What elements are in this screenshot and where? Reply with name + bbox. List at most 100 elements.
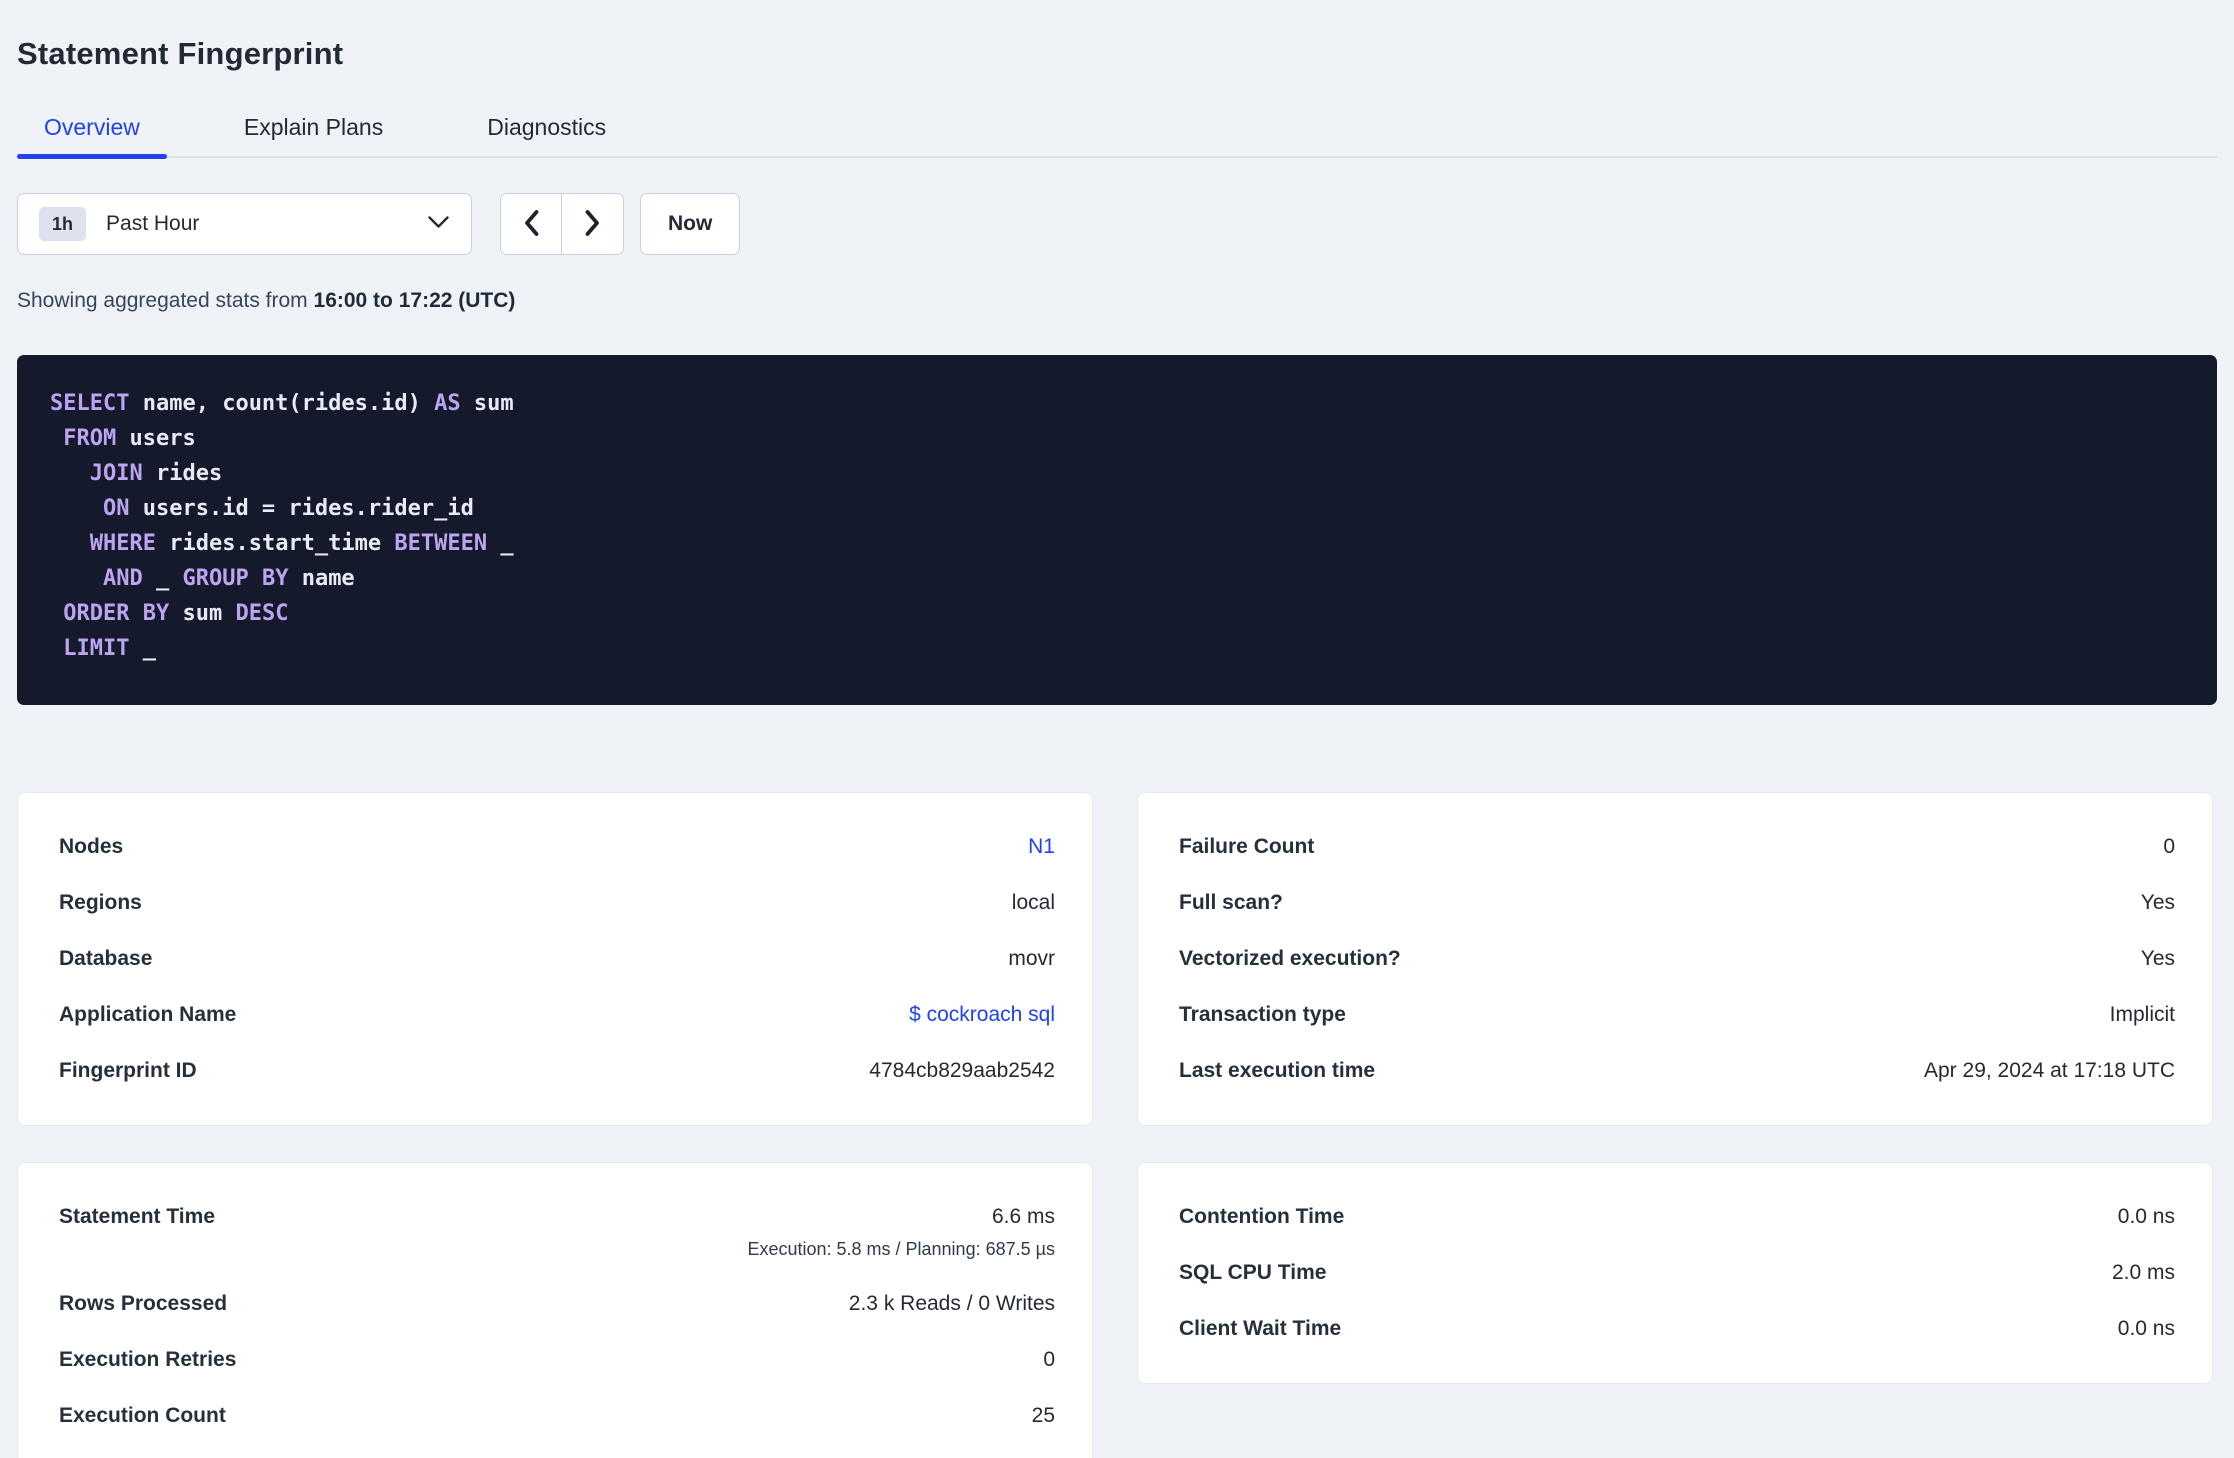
sql-text: rides.start_time (155, 531, 395, 556)
sql-keyword: AND (102, 566, 143, 591)
row-statement-time: Statement Time 6.6 ms Execution: 5.8 ms / … (59, 1189, 1055, 1276)
sql-text: _ (487, 531, 514, 556)
tab-overview[interactable]: Overview (17, 98, 167, 159)
prev-time-button[interactable] (501, 194, 562, 254)
row-value: Implicit (2109, 1003, 2175, 1026)
row-value-group: 4784cb829aab2542 (869, 1059, 1055, 1083)
chevron-down-icon (427, 215, 450, 234)
time-range-dropdown[interactable]: 1h Past Hour (17, 193, 472, 255)
sql-text: sum (460, 391, 514, 416)
sql-keyword: DESC (235, 601, 289, 626)
row-sql-cpu-time: SQL CPU Time 2.0 ms (1179, 1245, 2175, 1301)
row-value-group: Yes (2141, 891, 2175, 915)
sql-text: name, count(rides.id) (129, 391, 435, 416)
sql-line: ORDER BY sum DESC (50, 596, 2187, 631)
sql-text: name (288, 566, 355, 591)
row-value-group: $ cockroach sql (909, 1003, 1055, 1027)
stats-line-range: 16:00 to 17:22 (UTC) (313, 289, 516, 312)
row-value-group: 0 (2163, 835, 2175, 859)
row-value-group: 2.0 ms (2112, 1261, 2175, 1285)
row-client-wait-time: Client Wait Time 0.0 ns (1179, 1301, 2175, 1357)
row-label: Execution Count (59, 1404, 226, 1427)
stats-line-prefix: Showing aggregated stats from (17, 289, 314, 312)
row-failure-count: Failure Count 0 (1179, 819, 2175, 875)
row-label: Application Name (59, 1003, 237, 1026)
chevron-left-icon (523, 208, 540, 241)
sql-line: AND _ GROUP BY name (50, 561, 2187, 596)
card-statement-details: Nodes N1 Regions local Database movr Applicati… (17, 792, 1093, 1126)
row-value: local (1011, 891, 1055, 914)
row-label: Statement Time (59, 1205, 215, 1228)
sql-text: sum (169, 601, 236, 626)
row-execution-count: Execution Count 25 (59, 1388, 1055, 1444)
sql-keyword: GROUP BY (182, 566, 289, 591)
row-label: Client Wait Time (1179, 1317, 1342, 1340)
row-value-link[interactable]: N1 (1028, 835, 1055, 859)
sql-keyword: WHERE (89, 531, 156, 556)
row-value: 2.0 ms (2111, 1261, 2175, 1284)
sql-text: users (116, 426, 196, 451)
row-value-group: 2.3 k Reads / 0 Writes (849, 1292, 1055, 1316)
sql-keyword: AS (434, 391, 461, 416)
row-nodes: Nodes N1 (59, 819, 1055, 875)
row-value: 2.3 k Reads / 0 Writes (848, 1292, 1055, 1315)
row-value-group: Yes (2141, 947, 2175, 971)
row-label: Transaction type (1179, 1003, 1346, 1026)
row-execution-retries: Execution Retries 0 (59, 1332, 1055, 1388)
row-value-group: 6.6 ms Execution: 5.8 ms / Planning: 687.… (747, 1205, 1055, 1260)
sql-keyword: ON (102, 496, 130, 521)
row-value-link[interactable]: $ cockroach sql (909, 1003, 1055, 1027)
row-value-group: 25 (1032, 1404, 1055, 1428)
card-resource-usage: Contention Time 0.0 ns SQL CPU Time 2.0 ms C… (1137, 1162, 2213, 1384)
sql-text: rides (142, 461, 223, 486)
row-label: Database (59, 947, 153, 970)
row-value-group: movr (1008, 947, 1055, 971)
sql-keyword: JOIN (89, 461, 143, 486)
now-button[interactable]: Now (640, 193, 741, 255)
sql-keyword: FROM (63, 426, 117, 451)
tab-explain-plans[interactable]: Explain Plans (217, 98, 410, 156)
chevron-right-icon (584, 208, 601, 241)
sql-line: SELECT name, count(rides.id) AS sum (50, 386, 2187, 421)
row-value: 4784cb829aab2542 (869, 1059, 1055, 1082)
page-title: Statement Fingerprint (17, 36, 344, 71)
time-controls: 1h Past Hour Now (17, 193, 2217, 255)
row-value: 0.0 ns (2117, 1205, 2175, 1228)
row-value-group: N1 (1028, 835, 1055, 859)
row-regions: Regions local (59, 875, 1055, 931)
sql-line: ON users.id = rides.rider_id (50, 491, 2187, 526)
sql-keyword: BETWEEN (394, 531, 488, 556)
row-label: Full scan? (1179, 891, 1283, 914)
row-database: Database movr (59, 931, 1055, 987)
row-label: Rows Processed (59, 1292, 228, 1315)
sql-keyword: ORDER BY (63, 601, 170, 626)
row-label: SQL CPU Time (1179, 1261, 1327, 1284)
row-value-group: 0.0 ns (2118, 1205, 2175, 1229)
sql-keyword: SELECT (50, 391, 130, 416)
sql-keyword: LIMIT (63, 636, 130, 661)
row-fingerprint-id: Fingerprint ID 4784cb829aab2542 (59, 1043, 1055, 1099)
row-application-name: Application Name $ cockroach sql (59, 987, 1055, 1043)
row-last-execution-time: Last execution time Apr 29, 2024 at 17:18… (1179, 1043, 2175, 1099)
sql-text: _ (142, 566, 183, 591)
tab-bar: Overview Explain Plans Diagnostics (17, 98, 2217, 159)
row-vectorized-execution: Vectorized execution? Yes (1179, 931, 2175, 987)
row-value: 0.0 ns (2117, 1317, 2175, 1340)
card-execution-attributes: Failure Count 0 Full scan? Yes Vectorized ex… (1137, 792, 2213, 1126)
aggregated-stats-line: Showing aggregated stats from 16:00 to 1… (17, 289, 2217, 313)
time-range-label: Past Hour (106, 212, 200, 235)
row-value: Yes (2140, 891, 2175, 914)
row-value: 25 (1031, 1404, 1055, 1427)
sql-line: WHERE rides.start_time BETWEEN _ (50, 526, 2187, 561)
next-time-button[interactable] (562, 194, 623, 254)
tab-diagnostics[interactable]: Diagnostics (460, 98, 633, 156)
sql-text: users.id = rides.rider_id (129, 496, 474, 521)
row-rows-processed: Rows Processed 2.3 k Reads / 0 Writes (59, 1276, 1055, 1332)
row-label: Nodes (59, 835, 124, 858)
row-label: Regions (59, 891, 142, 914)
